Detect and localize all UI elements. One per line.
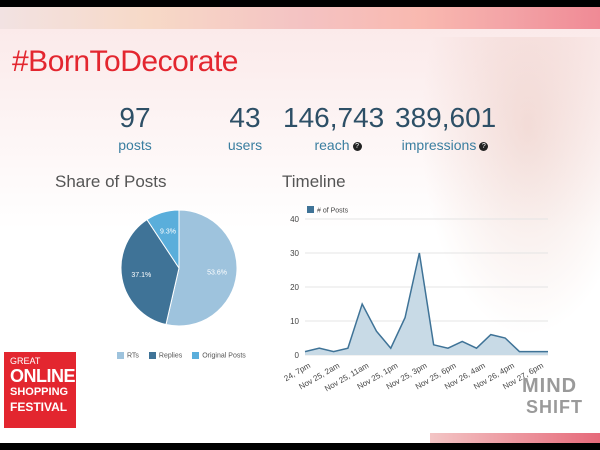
- stat-posts-value: 97: [119, 102, 151, 133]
- stat-users-value: 43: [229, 102, 261, 133]
- pie-data-label: 9.3%: [160, 228, 176, 235]
- decorative-bottom-strip: [430, 433, 600, 443]
- legend-label: Replies: [158, 352, 183, 360]
- legend-label-posts: # of Posts: [317, 208, 349, 215]
- help-icon[interactable]: ?: [479, 141, 489, 151]
- decorative-top-band: [0, 7, 600, 29]
- festival-logo-line4: FESTIVAL: [10, 400, 68, 414]
- y-tick-label: 0: [295, 351, 300, 360]
- stat-users: 43 users: [210, 102, 280, 154]
- y-tick-label: 10: [290, 317, 299, 326]
- legend-item-rts[interactable]: RTs: [117, 352, 139, 359]
- festival-logo-line1: GREAT: [10, 356, 41, 366]
- hashtag-title: #BornToDecorate: [12, 45, 238, 78]
- line-chart-title: Timeline: [282, 172, 346, 191]
- stat-impressions-value: 389,601: [395, 102, 497, 133]
- legend-swatch: [192, 352, 200, 359]
- slide: #BornToDecorate 97 posts 43 users 146,74…: [0, 7, 600, 443]
- legend-item-replies[interactable]: Replies: [148, 352, 183, 360]
- stat-reach-value: 146,743: [283, 102, 385, 133]
- legend-swatch: [307, 206, 314, 213]
- stat-posts-label: posts: [118, 137, 152, 153]
- pie-data-label: 37.1%: [131, 272, 151, 279]
- legend-item-original-posts[interactable]: Original Posts: [192, 352, 246, 359]
- y-tick-label: 20: [290, 283, 299, 292]
- mindshift-logo: MIND SHIFT: [522, 375, 582, 425]
- festival-logo-line2: ONLINE: [10, 366, 76, 386]
- stat-users-label: users: [227, 137, 263, 153]
- y-tick-label: 30: [290, 249, 299, 258]
- stat-posts: 97 posts: [105, 102, 165, 154]
- timeline-chart: 010203040# of Posts24, 7pmNov 25, 2amNov…: [282, 206, 548, 393]
- pie-chart: 53.6% 37.1% 9.3%: [120, 209, 238, 327]
- stat-impressions-label-wrap: impressions?: [395, 137, 495, 153]
- area-fill: [305, 253, 548, 355]
- festival-logo-line3: SHOPPING: [10, 386, 69, 398]
- pie-chart-title: Share of Posts: [55, 172, 167, 191]
- stat-reach-label: reach: [314, 137, 350, 153]
- y-tick-label: 40: [290, 215, 299, 224]
- legend-label: RTs: [127, 352, 139, 360]
- stat-reach-label-wrap: reach?: [283, 137, 373, 153]
- pie-legend: RTs Replies Original Posts: [117, 352, 254, 359]
- legend-label: Original Posts: [202, 352, 246, 360]
- stat-reach: 146,743 reach?: [283, 102, 385, 154]
- mindshift-logo-line2: SHIFT: [526, 397, 583, 417]
- legend-swatch: [117, 352, 124, 359]
- festival-logo: GREAT ONLINE SHOPPING FESTIVAL: [4, 352, 76, 428]
- pie-data-label: 53.6%: [207, 269, 227, 276]
- stat-impressions: 389,601 impressions?: [395, 102, 497, 154]
- legend-swatch: [148, 352, 156, 359]
- help-icon[interactable]: ?: [352, 141, 362, 151]
- stat-impressions-label: impressions: [401, 137, 477, 153]
- mindshift-logo-line1: MIND: [522, 375, 578, 397]
